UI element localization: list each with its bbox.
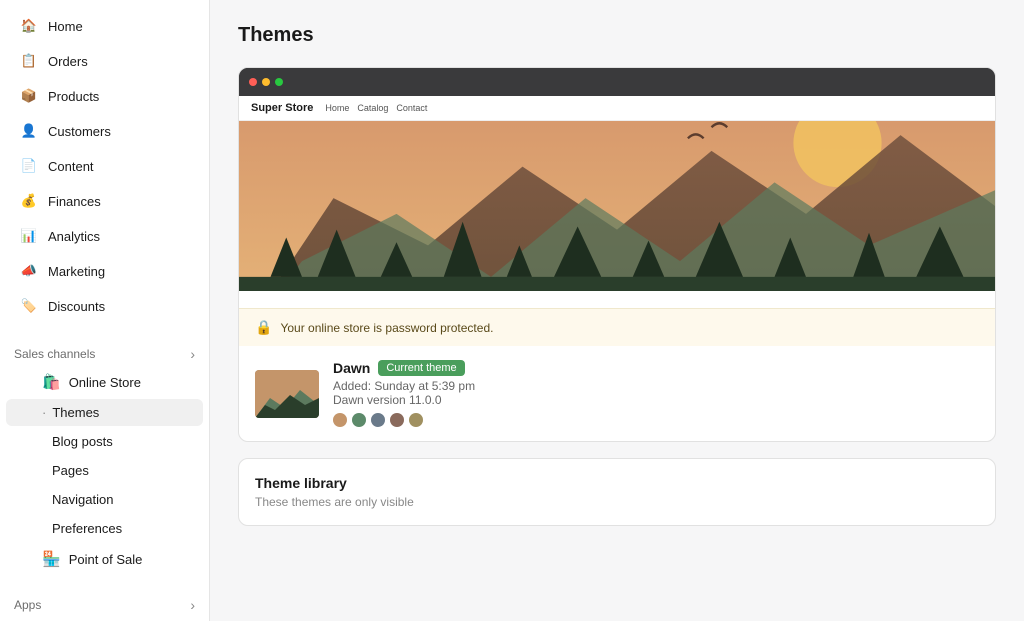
main-content: Themes Super Store Home Catalog Contact [210, 0, 1024, 621]
browser-content: Super Store Home Catalog Contact [239, 96, 995, 308]
sidebar-item-finances[interactable]: 💰 Finances [6, 184, 203, 218]
discounts-icon: 🏷️ [20, 297, 38, 315]
themes-preview-card: Super Store Home Catalog Contact [238, 67, 996, 442]
nav-link-contact: Contact [396, 103, 427, 113]
theme-color-dots [333, 413, 979, 427]
page-title: Themes [238, 24, 996, 47]
sidebar-item-point-of-sale[interactable]: 🏪 Point of Sale [6, 544, 203, 574]
theme-dot-5 [409, 413, 423, 427]
sidebar-item-orders[interactable]: 📋 Orders [6, 44, 203, 78]
sidebar-item-themes[interactable]: · Themes [6, 399, 203, 426]
sidebar-item-finances-label: Finances [48, 194, 101, 209]
sidebar-item-blog-posts[interactable]: Blog posts [6, 428, 203, 455]
store-nav-links: Home Catalog Contact [325, 103, 427, 113]
theme-added: Added: Sunday at 5:39 pm [333, 379, 979, 393]
sidebar-item-preferences[interactable]: Preferences [6, 515, 203, 542]
theme-details: Dawn Current theme Added: Sunday at 5:39… [333, 360, 979, 427]
nav-link-home: Home [325, 103, 349, 113]
sidebar-item-discounts-label: Discounts [48, 299, 105, 314]
theme-library-card: Theme library These themes are only visi… [238, 458, 996, 526]
apps-chevron[interactable]: › [190, 597, 195, 613]
analytics-icon: 📊 [20, 227, 38, 245]
sidebar-item-customers-label: Customers [48, 124, 111, 139]
orders-icon: 📋 [20, 52, 38, 70]
products-icon: 📦 [20, 87, 38, 105]
sidebar-item-navigation[interactable]: Navigation [6, 486, 203, 513]
theme-version: Dawn version 11.0.0 [333, 393, 979, 407]
sidebar-item-home[interactable]: 🏠 Home [6, 9, 203, 43]
sidebar-item-marketing[interactable]: 📣 Marketing [6, 254, 203, 288]
browser-dot-green [275, 78, 283, 86]
browser-bar [239, 68, 995, 96]
sidebar: 🏠 Home 📋 Orders 📦 Products 👤 Customers 📄… [0, 0, 210, 621]
home-icon: 🏠 [20, 17, 38, 35]
sidebar-item-discounts[interactable]: 🏷️ Discounts [6, 289, 203, 323]
sidebar-item-home-label: Home [48, 19, 83, 34]
lock-icon: 🔒 [255, 319, 272, 336]
apps-section: Apps › [0, 587, 209, 617]
hero-illustration [239, 121, 995, 291]
thumbnail-illustration [255, 370, 319, 418]
pos-icon: 🏪 [42, 550, 61, 568]
sidebar-item-customers[interactable]: 👤 Customers [6, 114, 203, 148]
customers-icon: 👤 [20, 122, 38, 140]
sidebar-item-analytics[interactable]: 📊 Analytics [6, 219, 203, 253]
sidebar-item-online-store[interactable]: 🛍️ Online Store [6, 367, 203, 397]
finances-icon: 💰 [20, 192, 38, 210]
sidebar-item-analytics-label: Analytics [48, 229, 100, 244]
content-icon: 📄 [20, 157, 38, 175]
browser-dot-yellow [262, 78, 270, 86]
library-title: Theme library [255, 475, 979, 491]
themes-bullet: · [42, 405, 46, 420]
library-desc: These themes are only visible [255, 495, 979, 509]
sales-channels-section: Sales channels › [0, 336, 209, 366]
browser-dot-red [249, 78, 257, 86]
online-store-icon: 🛍️ [42, 373, 61, 391]
theme-dot-2 [352, 413, 366, 427]
theme-dot-1 [333, 413, 347, 427]
store-hero [239, 121, 995, 291]
theme-info-row: Dawn Current theme Added: Sunday at 5:39… [239, 346, 995, 441]
store-logo: Super Store [251, 102, 313, 114]
theme-thumbnail [255, 370, 319, 418]
current-theme-badge: Current theme [378, 360, 464, 376]
marketing-icon: 📣 [20, 262, 38, 280]
theme-name-row: Dawn Current theme [333, 360, 979, 376]
sidebar-item-pages[interactable]: Pages [6, 457, 203, 484]
sidebar-item-content[interactable]: 📄 Content [6, 149, 203, 183]
sidebar-item-orders-label: Orders [48, 54, 88, 69]
theme-name: Dawn [333, 360, 370, 376]
nav-link-catalog: Catalog [357, 103, 388, 113]
sidebar-item-products[interactable]: 📦 Products [6, 79, 203, 113]
sidebar-item-content-label: Content [48, 159, 94, 174]
sidebar-item-marketing-label: Marketing [48, 264, 105, 279]
password-bar: 🔒 Your online store is password protecte… [239, 308, 995, 346]
sales-channels-chevron[interactable]: › [190, 346, 195, 362]
theme-dot-3 [371, 413, 385, 427]
theme-dot-4 [390, 413, 404, 427]
preview-browser: Super Store Home Catalog Contact [239, 68, 995, 308]
sidebar-item-products-label: Products [48, 89, 99, 104]
password-message: Your online store is password protected. [280, 321, 493, 335]
store-nav-bar: Super Store Home Catalog Contact [239, 96, 995, 121]
